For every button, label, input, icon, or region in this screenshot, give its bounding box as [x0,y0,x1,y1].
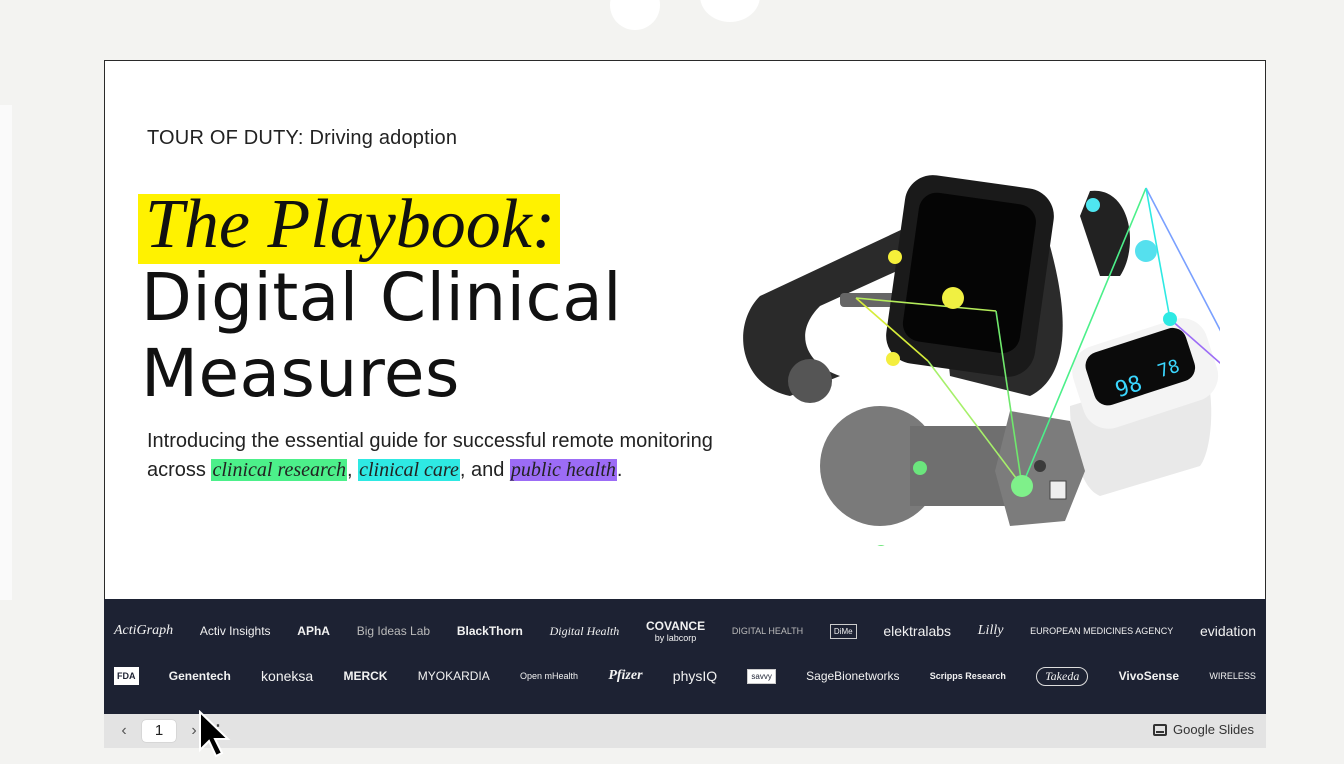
title-line-2: Measures [141,335,460,412]
logo-covance: COVANCE by labcorp [646,619,705,643]
covance-labcorp: by labcorp [654,633,697,643]
logo-activ-insights: Activ Insights [199,624,271,638]
logo-apha: APhA [297,624,330,638]
google-slides-icon [1153,723,1168,736]
intro-end: . [616,459,623,481]
logo-fda: FDA [114,667,139,685]
partner-logo-band: ActiGraph Activ Insights APhA Big Ideas … [104,599,1266,714]
prev-slide-button[interactable]: ‹ [112,722,136,740]
logo-evidation: evidation [1199,623,1256,639]
logo-elektralabs: elektralabs [883,623,952,639]
logo-row-1: ActiGraph Activ Insights APhA Big Ideas … [114,611,1256,651]
logo-pfizer: Pfizer [608,668,643,683]
side-shade [0,105,12,600]
highlight-clinical-research: clinical research [211,459,347,481]
logo-big-ideas-lab: Big Ideas Lab [356,624,431,638]
intro-sep-2: , and [459,459,510,481]
logo-scripps-research: Scripps Research [929,671,1006,681]
logo-koneksa: koneksa [261,668,314,684]
logo-savvy: savvy [747,668,776,684]
title-line-1: Digital Clinical [141,259,623,336]
highlight-public-health: public health [509,459,617,481]
logo-sage-bionetworks: SageBionetworks [806,669,900,683]
slide-kicker: TOUR OF DUTY: Driving adoption [147,127,458,149]
logo-physiq: physIQ [672,668,718,684]
google-slides-label: Google Slides [1173,722,1254,737]
slides-control-bar: ‹ 1 › ⋮ Google Slides [104,714,1266,748]
wearable-patch-icon [820,406,1085,526]
logo-wireless: WIRELESS [1209,671,1256,681]
logo-row-2: FDA Genentech koneksa MERCK MYOKARDIA Op… [114,656,1256,696]
logo-blackthorn: BlackThorn [456,624,523,638]
logo-myokardia: MYOKARDIA [417,669,490,683]
title-italic: The Playbook: [145,186,556,263]
top-decoration [600,0,780,30]
logo-ema: EUROPEAN MEDICINES AGENCY [1030,626,1174,636]
highlight-clinical-care: clinical care [358,459,460,481]
page-number-field[interactable]: 1 [142,720,176,742]
intro-sep-1: , [346,459,359,481]
intro-paragraph: Introducing the essential guide for succ… [147,427,727,485]
logo-genentech: Genentech [168,669,231,683]
logo-digital-health-2: DIGITAL HEALTH [731,626,804,636]
logo-merck: MERCK [343,669,388,683]
logo-open-mhealth: Open mHealth [520,671,579,681]
slide-canvas: TOUR OF DUTY: Driving adoption The Playb… [104,60,1266,600]
google-slides-link[interactable]: Google Slides [1153,722,1254,737]
logo-lilly: Lilly [977,623,1004,638]
pulse-oximeter-icon: 98 78 [1070,318,1219,496]
mouse-cursor-icon [199,710,231,758]
devices-illustration: 98 78 [743,175,1220,546]
logo-digital-health: Digital Health [549,623,620,638]
logo-takeda: Takeda [1036,666,1089,686]
logo-actigraph: ActiGraph [114,623,174,638]
logo-dime: DiMe [829,623,857,639]
covance-name: COVANCE [645,619,706,633]
logo-vivosense: VivoSense [1118,669,1180,683]
